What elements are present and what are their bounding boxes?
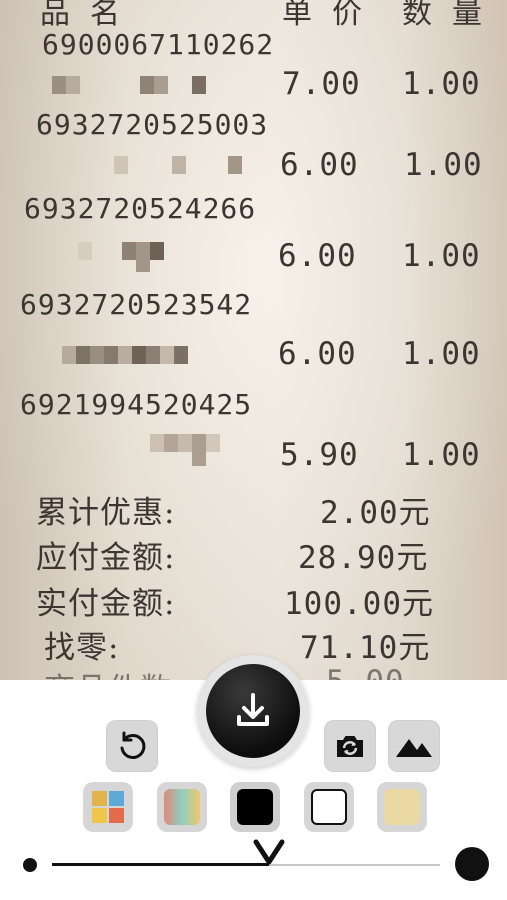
redacted-name (62, 346, 188, 364)
download-button[interactable] (206, 664, 300, 758)
item-qty: 1.00 (402, 238, 481, 274)
filter-black[interactable] (230, 782, 280, 832)
filter-vivid[interactable] (157, 782, 207, 832)
redacted-name (78, 242, 164, 272)
partial-value: 5.00 (326, 664, 405, 680)
summary-label: 应付金额: (36, 540, 176, 576)
filter-paper[interactable] (377, 782, 427, 832)
item-qty: 1.00 (402, 437, 481, 473)
col-qty-header: 数 量 (402, 0, 484, 31)
filter-original[interactable] (83, 782, 133, 832)
white-swatch-icon (311, 789, 347, 825)
item-price: 6.00 (280, 147, 359, 183)
receipt-photo: 品 名 单 价 数 量 6900067110262 7.00 1.00 6932… (0, 0, 507, 680)
item-barcode: 6900067110262 (42, 28, 275, 61)
item-price: 6.00 (278, 238, 357, 274)
item-price: 6.00 (278, 336, 357, 372)
rotate-button[interactable] (106, 720, 158, 772)
camera-rotate-icon (337, 736, 363, 757)
enhance-button[interactable] (388, 720, 440, 772)
slider-max-dot (455, 847, 489, 881)
summary-value: 100.00元 (284, 586, 434, 622)
item-qty: 1.00 (402, 336, 481, 372)
summary-label: 累计优惠: (36, 495, 176, 531)
paper-swatch-icon (384, 789, 420, 825)
item-barcode: 6921994520425 (20, 388, 253, 421)
col-price-header: 单 价 (282, 0, 364, 31)
redacted-name (60, 156, 242, 174)
filter-white[interactable] (304, 782, 354, 832)
slider-min-dot (23, 858, 37, 872)
partial-label: 商品件数 (44, 664, 172, 680)
flip-camera-button[interactable] (324, 720, 376, 772)
item-qty: 1.00 (402, 66, 481, 102)
summary-label: 找零: (44, 630, 120, 666)
item-price: 7.00 (282, 66, 361, 102)
vivid-swatch-icon (164, 789, 200, 825)
redacted-name (150, 434, 220, 466)
rotate-ccw-icon (120, 731, 146, 759)
slider-fill (52, 863, 270, 866)
summary-value: 71.10元 (300, 630, 431, 666)
item-barcode: 6932720523542 (20, 288, 253, 321)
item-barcode: 6932720525003 (36, 108, 269, 141)
summary-label: 实付金额: (36, 586, 176, 622)
item-qty: 1.00 (404, 147, 483, 183)
item-price: 5.90 (280, 437, 359, 473)
summary-value: 2.00元 (320, 495, 431, 531)
redacted-name (52, 76, 206, 94)
summary-value: 28.90元 (298, 540, 429, 576)
mountain-icon (396, 739, 432, 757)
black-swatch-icon (237, 789, 273, 825)
item-barcode: 6932720524266 (24, 192, 257, 225)
slider-thumb-chevron-icon[interactable] (252, 838, 286, 868)
color-grid-icon (92, 791, 124, 823)
download-icon (237, 693, 269, 726)
